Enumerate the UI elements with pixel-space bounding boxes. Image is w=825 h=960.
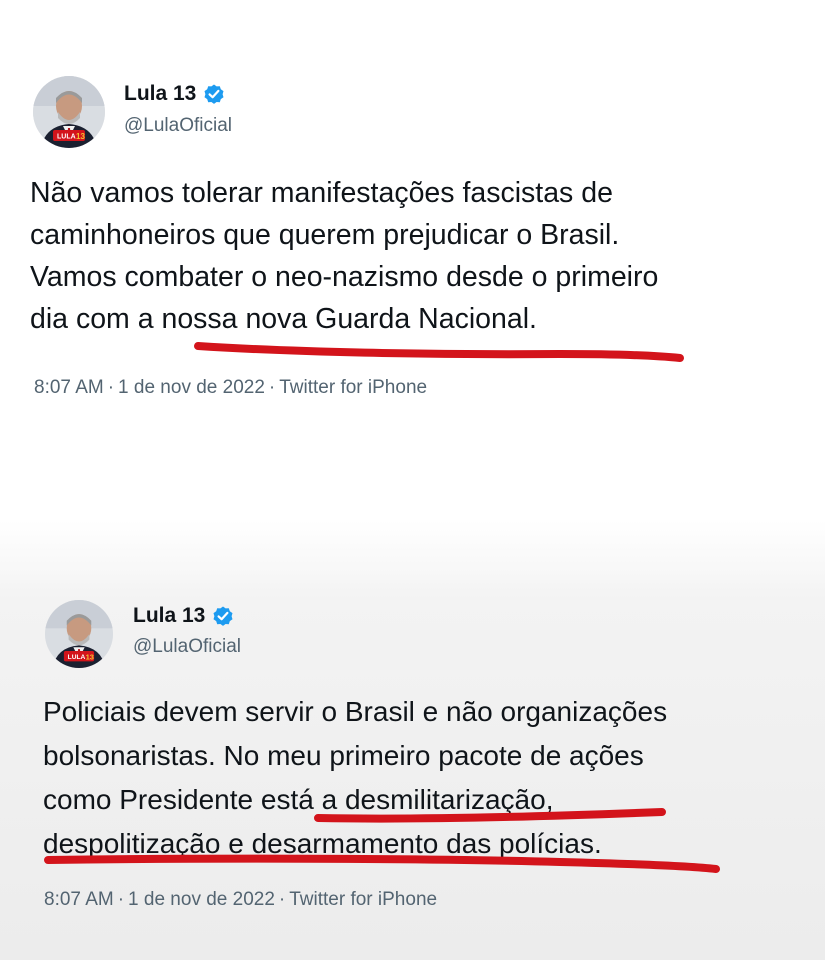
display-name[interactable]: Lula 13 (133, 604, 205, 628)
profile-photo: LULA 13 (45, 600, 113, 668)
display-name-row[interactable]: Lula 13 (133, 604, 235, 628)
display-name-row[interactable]: Lula 13 (124, 82, 226, 106)
tweet-date[interactable]: 1 de nov de 2022 (118, 377, 265, 398)
avatar[interactable]: LULA 13 (45, 600, 113, 668)
meta-separator: · (107, 377, 115, 398)
svg-text:LULA: LULA (68, 654, 86, 661)
tweet-line: como Presidente está a desmilitarização, (43, 784, 554, 815)
display-name[interactable]: Lula 13 (124, 82, 196, 106)
tweet-time[interactable]: 8:07 AM (34, 377, 104, 398)
tweet-body: Policiais devem servir o Brasil e não or… (43, 690, 667, 866)
tweet-body: Não vamos tolerar manifestações fascista… (30, 172, 658, 340)
svg-text:LULA: LULA (57, 134, 76, 141)
meta-separator: · (117, 889, 125, 910)
tweet-line: Policiais devem servir o Brasil e não or… (43, 696, 668, 727)
meta-separator: · (268, 377, 276, 398)
tweet-line: Não vamos tolerar manifestações fascista… (30, 177, 613, 209)
tweet-source[interactable]: Twitter for iPhone (289, 889, 437, 910)
tweet-card: LULA 13 Lula 13 @LulaOficial Não vamos t… (0, 0, 825, 520)
verified-badge-icon (202, 82, 226, 106)
avatar[interactable]: LULA 13 (33, 76, 105, 148)
tweet-line: caminhoneiros que querem prejudicar o Br… (30, 219, 620, 251)
user-handle[interactable]: @LulaOficial (133, 636, 241, 658)
tweet-line: Vamos combater o neo-nazismo desde o pri… (30, 261, 659, 293)
tweet-line: despolitização e desarmamento das políci… (43, 828, 602, 859)
user-handle[interactable]: @LulaOficial (124, 115, 232, 137)
svg-text:13: 13 (86, 653, 94, 662)
tweet-date[interactable]: 1 de nov de 2022 (128, 889, 275, 910)
tweet-card: LULA 13 Lula 13 @LulaOficial Policiais d… (0, 520, 825, 960)
tweet-line: dia com a nossa nova Guarda Nacional. (30, 303, 537, 335)
tweet-metadata: 8:07 AM · 1 de nov de 2022 · Twitter for iPh… (34, 377, 427, 399)
tweet-metadata: 8:07 AM · 1 de nov de 2022 · Twitter for iPh… (44, 889, 437, 911)
tweet-source[interactable]: Twitter for iPhone (279, 377, 427, 398)
profile-photo: LULA 13 (33, 76, 105, 148)
svg-text:13: 13 (76, 132, 85, 141)
verified-badge-icon (211, 604, 235, 628)
tweet-time[interactable]: 8:07 AM (44, 889, 114, 910)
meta-separator: · (278, 889, 286, 910)
tweet-line: bolsonaristas. No meu primeiro pacote de… (43, 740, 644, 771)
